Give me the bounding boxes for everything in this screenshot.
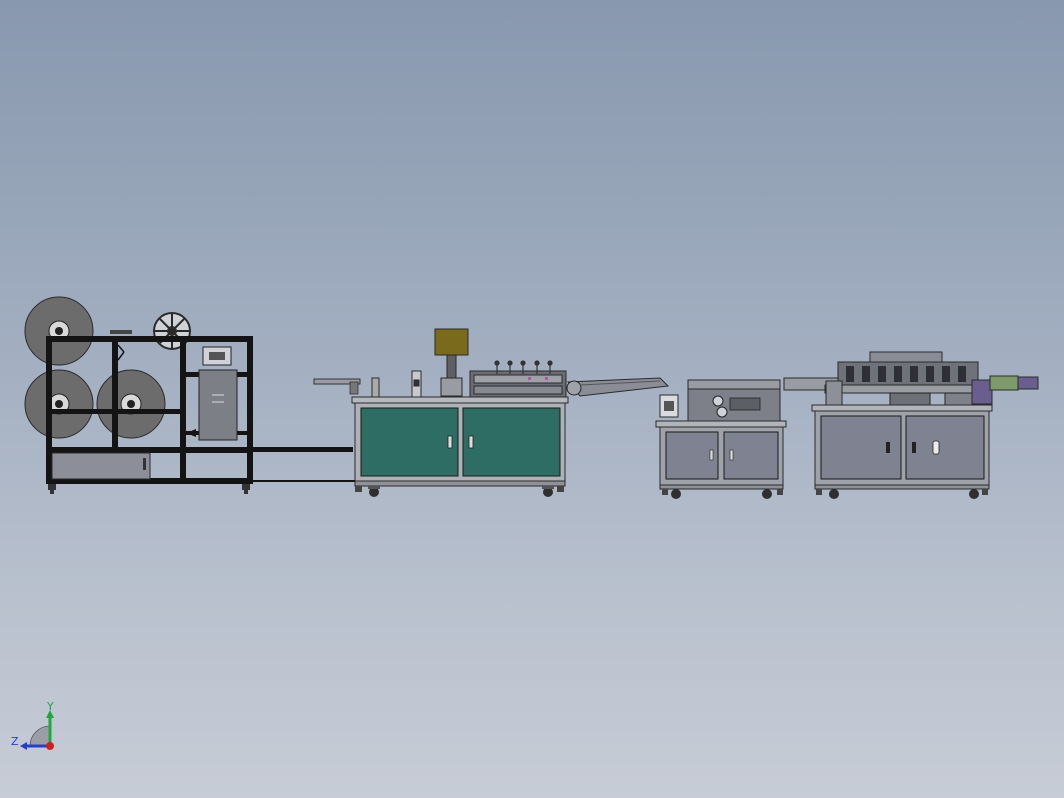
feed-arrow-icon (186, 429, 196, 437)
unwind-cabinet (51, 452, 151, 480)
z-axis-label: Z (11, 735, 19, 748)
control-box (434, 328, 469, 356)
x-axis-dot (46, 742, 54, 750)
guide-plate (198, 346, 238, 441)
ear-loop-machine (811, 351, 1039, 499)
spot-welder-row (837, 361, 979, 387)
unwind-feet (48, 484, 250, 494)
welding-heads (371, 370, 567, 399)
material-roll-middle-right (96, 369, 166, 439)
production-line-drawing: Y Z (11, 296, 1039, 750)
cabinet-door-left (360, 407, 459, 477)
forming-machine (313, 328, 569, 497)
cad-viewport[interactable]: Y Z (0, 0, 1064, 798)
axis-triad: Y Z (11, 700, 54, 750)
forming-casters (355, 486, 564, 497)
output-module-green (989, 375, 1019, 391)
unwind-station (24, 296, 355, 494)
material-roll-middle-left (24, 369, 94, 439)
material-roll-top (24, 296, 94, 366)
loop-door-right (905, 415, 985, 480)
transfer-conveyor (566, 377, 670, 397)
output-module-purple (971, 379, 993, 405)
folding-machine (655, 379, 787, 499)
cabinet-door-right (462, 407, 561, 477)
y-axis-label: Y (46, 700, 54, 713)
